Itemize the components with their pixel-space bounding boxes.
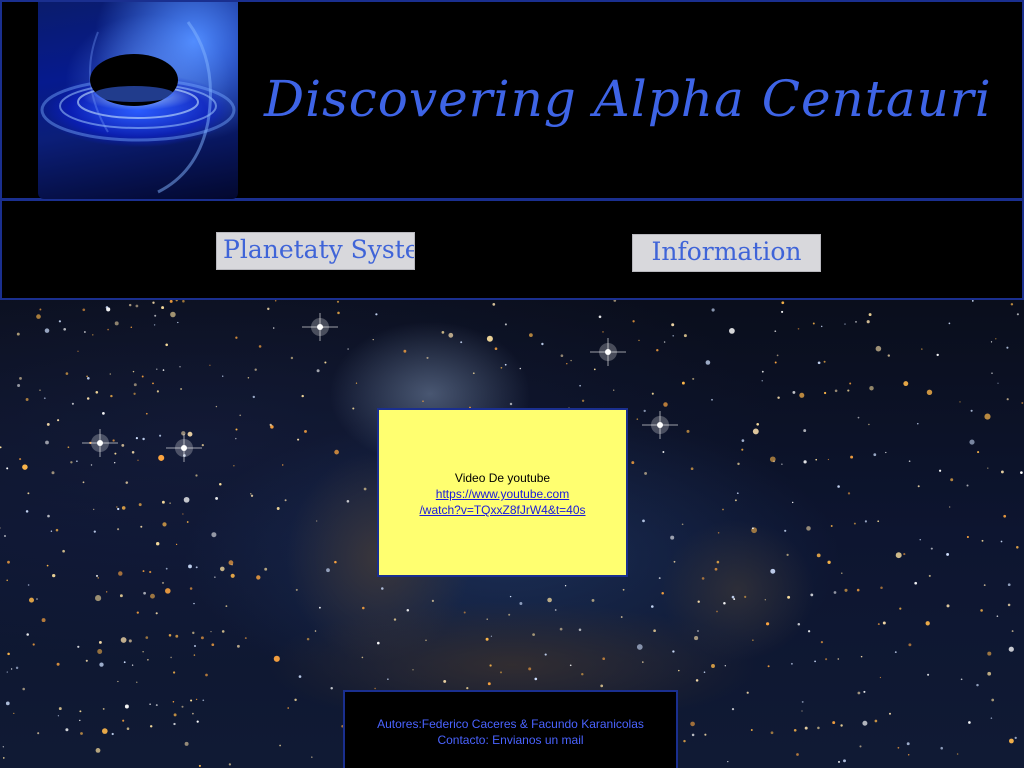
header: Discovering Alpha Centauri bbox=[0, 0, 1024, 200]
youtube-link-line2[interactable]: /watch?v=TQxxZ8fJrW4&t=40s bbox=[379, 502, 626, 518]
site-title: Discovering Alpha Centauri bbox=[264, 70, 992, 128]
youtube-link-line1[interactable]: https://www.youtube.com bbox=[379, 486, 626, 502]
contact-line: Contacto: Envianos un mail bbox=[345, 732, 676, 748]
black-hole-logo bbox=[38, 2, 238, 199]
video-caption: Video De youtube bbox=[454, 471, 551, 485]
contact-mail-link[interactable]: Envianos un mail bbox=[492, 733, 583, 747]
nav-information-button[interactable]: Information bbox=[632, 234, 821, 272]
nav-planetary-system-button[interactable]: Planetaty System bbox=[216, 232, 415, 270]
contact-label: Contacto: bbox=[437, 733, 493, 747]
nav-bar: Planetaty System Information bbox=[0, 199, 1024, 300]
footer: Autores:Federico Caceres & Facundo Karan… bbox=[343, 690, 678, 768]
video-card: Video De youtube https://www.youtube.com… bbox=[377, 408, 628, 577]
authors-text: Autores:Federico Caceres & Facundo Karan… bbox=[377, 717, 644, 731]
